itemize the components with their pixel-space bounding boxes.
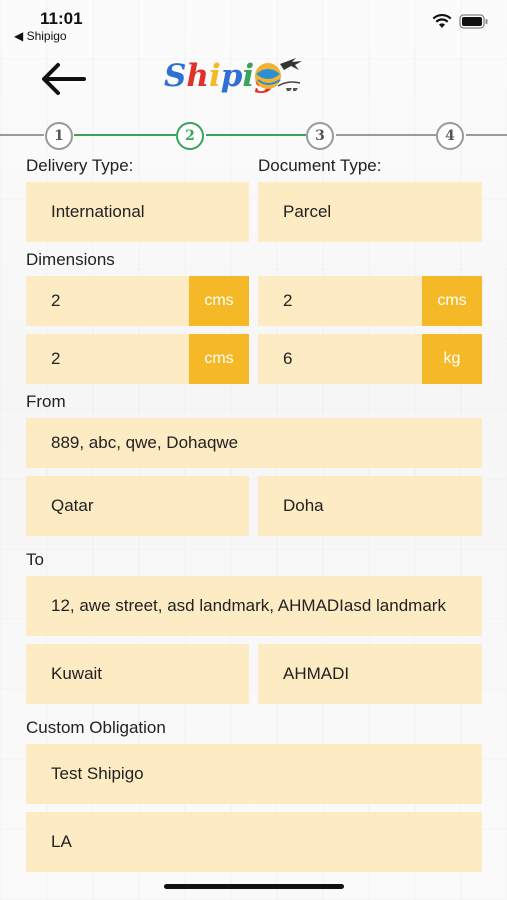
delivery-type-label: Delivery Type: (26, 156, 134, 175)
step-line (206, 134, 306, 136)
status-bar: 11:01 ◀ Shipigo (0, 0, 507, 46)
custom-obligation-input-2[interactable]: LA (26, 812, 482, 872)
weight-input[interactable]: 6 (258, 334, 422, 384)
from-address-input[interactable]: 889, abc, qwe, Dohaqwe (26, 418, 482, 468)
step-1[interactable]: 1 (45, 122, 73, 150)
width-unit[interactable]: cms (422, 276, 482, 326)
wifi-icon (432, 14, 452, 28)
delivery-type-select[interactable]: International (26, 182, 249, 242)
to-address-input[interactable]: 12, awe street, asd landmark, AHMADIasd … (26, 576, 482, 636)
weight-unit[interactable]: kg (422, 334, 482, 384)
height-unit[interactable]: cms (189, 334, 249, 384)
step-2-active[interactable]: 2 (176, 122, 204, 150)
custom-obligation-input-1[interactable]: Test Shipigo (26, 744, 482, 804)
dimensions-label: Dimensions (26, 250, 115, 269)
home-indicator[interactable] (164, 884, 344, 889)
step-3[interactable]: 3 (306, 122, 334, 150)
battery-icon (459, 14, 488, 29)
document-type-select[interactable]: Parcel (258, 182, 482, 242)
custom-obligation-label: Custom Obligation (26, 718, 166, 737)
from-label: From (26, 392, 66, 411)
status-time: 11:01 (40, 9, 83, 28)
length-input[interactable]: 2 (26, 276, 189, 326)
to-country-select[interactable]: Kuwait (26, 644, 249, 704)
width-input[interactable]: 2 (258, 276, 422, 326)
step-line (0, 134, 44, 136)
shipigo-logo: Shipig (164, 58, 302, 94)
length-unit[interactable]: cms (189, 276, 249, 326)
from-country-select[interactable]: Qatar (26, 476, 249, 536)
back-arrow-icon[interactable] (40, 62, 86, 96)
height-input[interactable]: 2 (26, 334, 189, 384)
step-4[interactable]: 4 (436, 122, 464, 150)
step-line (74, 134, 176, 136)
progress-stepper: 1 2 3 4 (0, 121, 507, 150)
back-to-app-link[interactable]: ◀ Shipigo (14, 29, 67, 43)
status-icons (432, 14, 489, 29)
to-label: To (26, 550, 44, 569)
from-city-select[interactable]: Doha (258, 476, 482, 536)
step-line (336, 134, 436, 136)
step-line (466, 134, 507, 136)
to-city-select[interactable]: AHMADI (258, 644, 482, 704)
document-type-label: Document Type: (258, 156, 382, 175)
header: Shipig (0, 46, 507, 120)
